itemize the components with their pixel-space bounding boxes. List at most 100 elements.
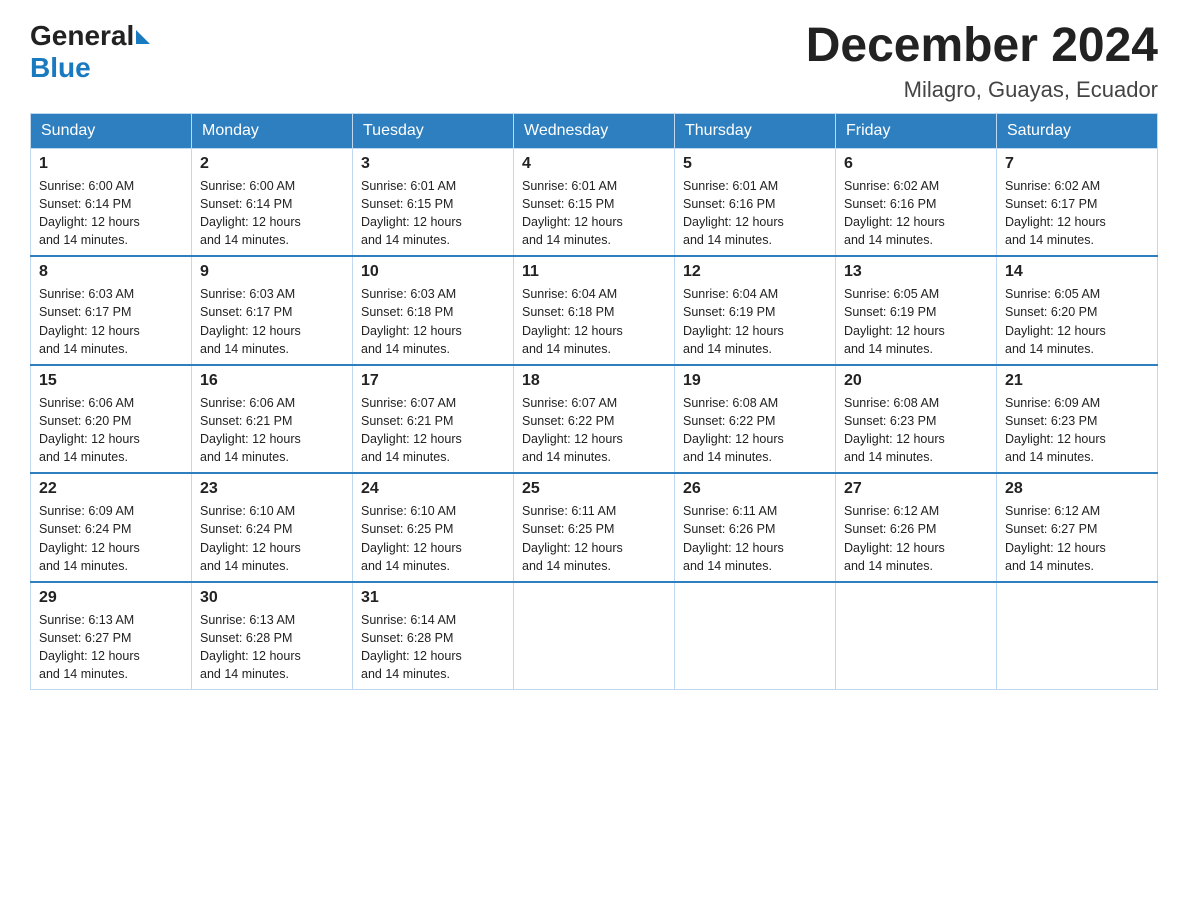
table-row: 19 Sunrise: 6:08 AMSunset: 6:22 PMDayligh… [675, 365, 836, 474]
day-info: Sunrise: 6:04 AMSunset: 6:18 PMDaylight:… [522, 285, 666, 358]
day-number: 16 [200, 372, 344, 390]
day-info: Sunrise: 6:13 AMSunset: 6:27 PMDaylight:… [39, 611, 183, 684]
table-row: 9Sunrise: 6:03 AMSunset: 6:17 PMDaylight… [192, 256, 353, 365]
table-row: 14Sunrise: 6:05 AMSunset: 6:20 PMDayligh… [997, 256, 1158, 365]
table-row: 17Sunrise: 6:07 AMSunset: 6:21 PMDayligh… [353, 365, 514, 474]
day-number: 22 [39, 480, 183, 498]
col-header-thursday: Thursday [675, 113, 836, 148]
day-number: 2 [200, 155, 344, 173]
table-row: 15 Sunrise: 6:06 AMSunset: 6:20 PMDayligh… [31, 365, 192, 474]
logo-text: General Blue [30, 20, 150, 84]
day-number: 12 [683, 263, 827, 281]
day-number: 4 [522, 155, 666, 173]
table-row: 30 Sunrise: 6:13 AMSunset: 6:28 PMDayligh… [192, 582, 353, 690]
month-title: December 2024 [806, 20, 1158, 73]
day-info: Sunrise: 6:03 AMSunset: 6:17 PMDaylight:… [39, 285, 183, 358]
table-row: 7 Sunrise: 6:02 AMSunset: 6:17 PMDaylight… [997, 148, 1158, 256]
calendar-table: SundayMondayTuesdayWednesdayThursdayFrid… [30, 113, 1158, 691]
day-info: Sunrise: 6:01 AMSunset: 6:15 PMDaylight:… [522, 177, 666, 250]
day-info: Sunrise: 6:03 AMSunset: 6:18 PMDaylight:… [361, 285, 505, 358]
table-row: 16 Sunrise: 6:06 AMSunset: 6:21 PMDayligh… [192, 365, 353, 474]
table-row: 26Sunrise: 6:11 AMSunset: 6:26 PMDayligh… [675, 473, 836, 582]
table-row: 13Sunrise: 6:05 AMSunset: 6:19 PMDayligh… [836, 256, 997, 365]
day-info: Sunrise: 6:11 AMSunset: 6:25 PMDaylight:… [522, 502, 666, 575]
logo-blue: Blue [30, 52, 91, 83]
calendar-header-row: SundayMondayTuesdayWednesdayThursdayFrid… [31, 113, 1158, 148]
day-number: 23 [200, 480, 344, 498]
day-info: Sunrise: 6:02 AMSunset: 6:17 PMDaylight:… [1005, 177, 1149, 250]
day-info: Sunrise: 6:10 AMSunset: 6:25 PMDaylight:… [361, 502, 505, 575]
day-info: Sunrise: 6:01 AMSunset: 6:15 PMDaylight:… [361, 177, 505, 250]
col-header-monday: Monday [192, 113, 353, 148]
day-info: Sunrise: 6:07 AMSunset: 6:21 PMDaylight:… [361, 394, 505, 467]
day-number: 18 [522, 372, 666, 390]
location-title: Milagro, Guayas, Ecuador [806, 77, 1158, 103]
day-info: Sunrise: 6:06 AMSunset: 6:20 PMDaylight:… [39, 394, 183, 467]
table-row: 25 Sunrise: 6:11 AMSunset: 6:25 PMDayligh… [514, 473, 675, 582]
day-info: Sunrise: 6:09 AMSunset: 6:24 PMDaylight:… [39, 502, 183, 575]
table-row: 4 Sunrise: 6:01 AMSunset: 6:15 PMDaylight… [514, 148, 675, 256]
day-number: 27 [844, 480, 988, 498]
table-row: 18 Sunrise: 6:07 AMSunset: 6:22 PMDayligh… [514, 365, 675, 474]
day-info: Sunrise: 6:12 AMSunset: 6:26 PMDaylight:… [844, 502, 988, 575]
title-block: December 2024 Milagro, Guayas, Ecuador [806, 20, 1158, 103]
table-row [836, 582, 997, 690]
day-number: 20 [844, 372, 988, 390]
day-info: Sunrise: 6:07 AMSunset: 6:22 PMDaylight:… [522, 394, 666, 467]
day-number: 30 [200, 589, 344, 607]
table-row: 12 Sunrise: 6:04 AMSunset: 6:19 PMDayligh… [675, 256, 836, 365]
day-info: Sunrise: 6:10 AMSunset: 6:24 PMDaylight:… [200, 502, 344, 575]
day-info: Sunrise: 6:00 AMSunset: 6:14 PMDaylight:… [39, 177, 183, 250]
col-header-wednesday: Wednesday [514, 113, 675, 148]
table-row: 24Sunrise: 6:10 AMSunset: 6:25 PMDayligh… [353, 473, 514, 582]
table-row: 23 Sunrise: 6:10 AMSunset: 6:24 PMDayligh… [192, 473, 353, 582]
day-info: Sunrise: 6:04 AMSunset: 6:19 PMDaylight:… [683, 285, 827, 358]
table-row: 20 Sunrise: 6:08 AMSunset: 6:23 PMDayligh… [836, 365, 997, 474]
day-number: 6 [844, 155, 988, 173]
table-row: 10 Sunrise: 6:03 AMSunset: 6:18 PMDayligh… [353, 256, 514, 365]
day-info: Sunrise: 6:02 AMSunset: 6:16 PMDaylight:… [844, 177, 988, 250]
table-row: 1Sunrise: 6:00 AMSunset: 6:14 PMDaylight… [31, 148, 192, 256]
table-row: 27 Sunrise: 6:12 AMSunset: 6:26 PMDayligh… [836, 473, 997, 582]
day-number: 13 [844, 263, 988, 281]
day-info: Sunrise: 6:05 AMSunset: 6:20 PMDaylight:… [1005, 285, 1149, 358]
day-number: 15 [39, 372, 183, 390]
logo-general: General [30, 20, 134, 51]
table-row: 22 Sunrise: 6:09 AMSunset: 6:24 PMDayligh… [31, 473, 192, 582]
table-row [514, 582, 675, 690]
day-info: Sunrise: 6:08 AMSunset: 6:23 PMDaylight:… [844, 394, 988, 467]
day-number: 21 [1005, 372, 1149, 390]
day-info: Sunrise: 6:09 AMSunset: 6:23 PMDaylight:… [1005, 394, 1149, 467]
calendar-week-3: 15 Sunrise: 6:06 AMSunset: 6:20 PMDayligh… [31, 365, 1158, 474]
day-number: 28 [1005, 480, 1149, 498]
day-number: 26 [683, 480, 827, 498]
day-info: Sunrise: 6:12 AMSunset: 6:27 PMDaylight:… [1005, 502, 1149, 575]
table-row: 8 Sunrise: 6:03 AMSunset: 6:17 PMDaylight… [31, 256, 192, 365]
col-header-saturday: Saturday [997, 113, 1158, 148]
day-number: 31 [361, 589, 505, 607]
col-header-tuesday: Tuesday [353, 113, 514, 148]
day-number: 19 [683, 372, 827, 390]
table-row: 28 Sunrise: 6:12 AMSunset: 6:27 PMDayligh… [997, 473, 1158, 582]
day-number: 10 [361, 263, 505, 281]
day-info: Sunrise: 6:08 AMSunset: 6:22 PMDaylight:… [683, 394, 827, 467]
day-number: 7 [1005, 155, 1149, 173]
day-number: 25 [522, 480, 666, 498]
day-number: 5 [683, 155, 827, 173]
calendar-week-1: 1Sunrise: 6:00 AMSunset: 6:14 PMDaylight… [31, 148, 1158, 256]
col-header-friday: Friday [836, 113, 997, 148]
day-number: 8 [39, 263, 183, 281]
calendar-week-4: 22 Sunrise: 6:09 AMSunset: 6:24 PMDayligh… [31, 473, 1158, 582]
day-number: 11 [522, 263, 666, 281]
calendar-week-2: 8 Sunrise: 6:03 AMSunset: 6:17 PMDaylight… [31, 256, 1158, 365]
day-info: Sunrise: 6:06 AMSunset: 6:21 PMDaylight:… [200, 394, 344, 467]
logo: General Blue [30, 20, 150, 84]
table-row: 5Sunrise: 6:01 AMSunset: 6:16 PMDaylight… [675, 148, 836, 256]
day-info: Sunrise: 6:13 AMSunset: 6:28 PMDaylight:… [200, 611, 344, 684]
logo-triangle-icon [136, 30, 150, 44]
table-row: 2Sunrise: 6:00 AMSunset: 6:14 PMDaylight… [192, 148, 353, 256]
table-row [997, 582, 1158, 690]
table-row: 6 Sunrise: 6:02 AMSunset: 6:16 PMDaylight… [836, 148, 997, 256]
day-number: 3 [361, 155, 505, 173]
table-row: 11 Sunrise: 6:04 AMSunset: 6:18 PMDayligh… [514, 256, 675, 365]
